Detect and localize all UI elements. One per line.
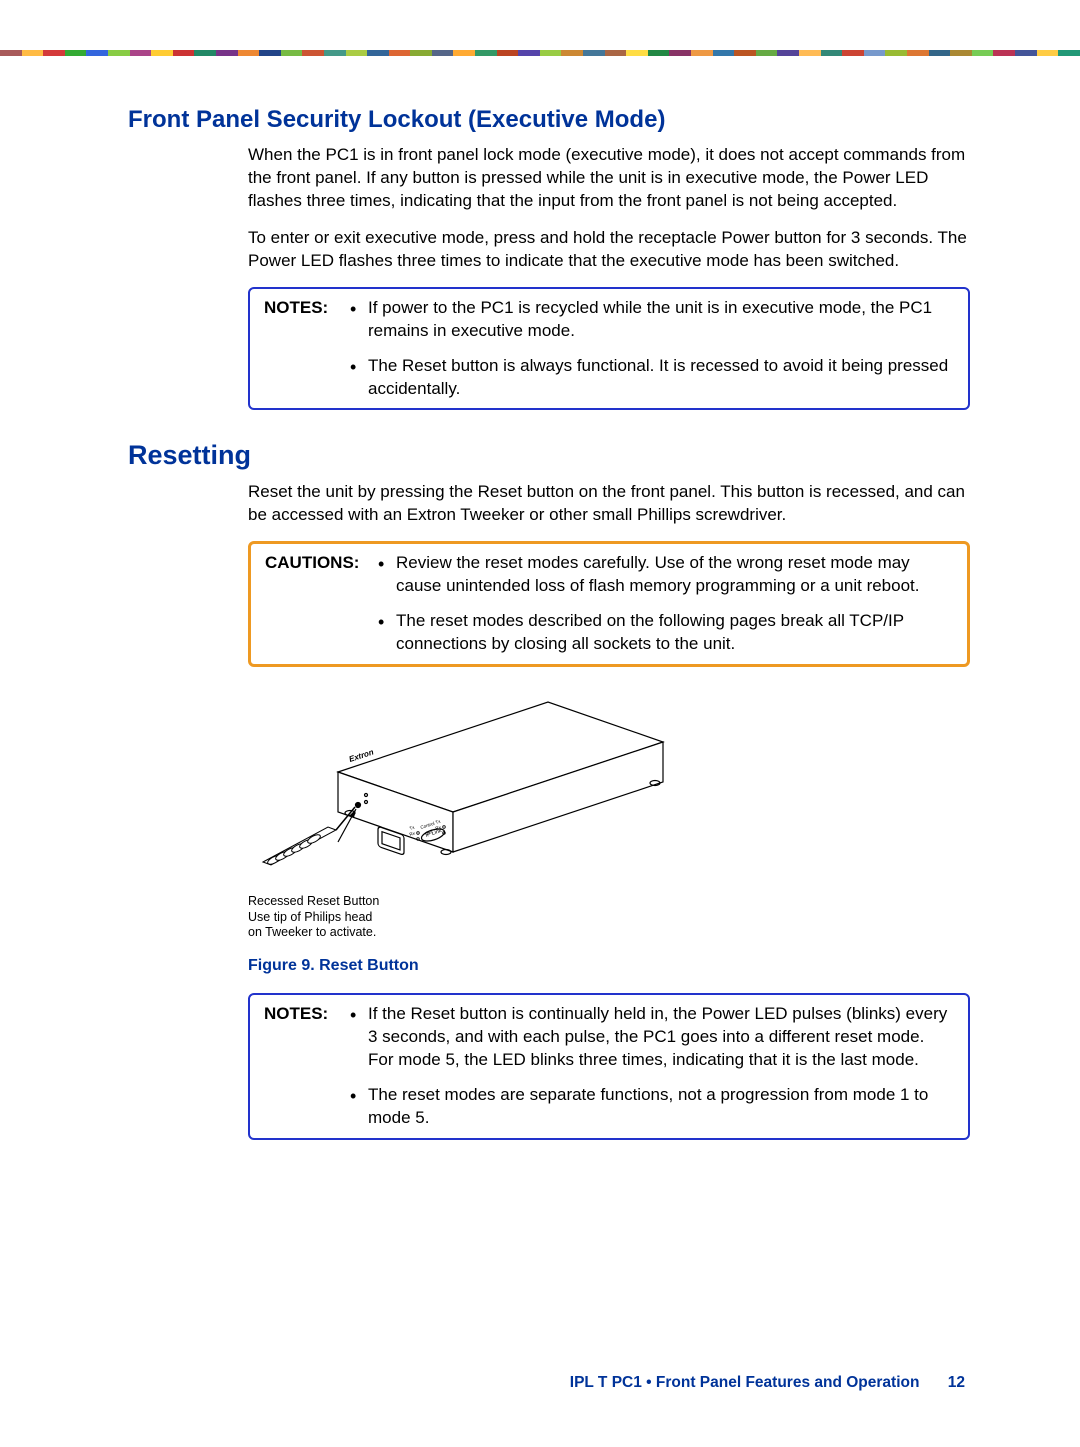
- diagram-caption-line2: Use tip of Philips head: [248, 910, 970, 926]
- page-footer: IPL T PC1 • Front Panel Features and Ope…: [570, 1374, 965, 1392]
- footer-page-number: 12: [948, 1374, 965, 1391]
- footer-text: IPL T PC1 • Front Panel Features and Ope…: [570, 1374, 920, 1391]
- diagram-caption-line1: Recessed Reset Button: [248, 894, 970, 910]
- device-diagram-svg: Extron IP Link Tx Rx: [258, 687, 688, 887]
- figure-label: Figure 9. Reset Button: [248, 957, 970, 975]
- cautions1-item2: The reset modes described on the followi…: [374, 610, 953, 656]
- notes1-item2: The Reset button is always functional. I…: [346, 355, 954, 401]
- notes-label-2: NOTES:: [264, 1003, 342, 1130]
- paragraph-fp1: When the PC1 is in front panel lock mode…: [248, 144, 970, 213]
- notes1-item1: If power to the PC1 is recycled while th…: [346, 297, 954, 343]
- notes-box-1: NOTES: If power to the PC1 is recycled w…: [248, 287, 970, 411]
- notes2-item2: The reset modes are separate functions, …: [346, 1084, 954, 1130]
- notes2-item1: If the Reset button is continually held …: [346, 1003, 954, 1072]
- diagram-caption-line3: on Tweeker to activate.: [248, 925, 970, 941]
- heading-front-panel-lockout: Front Panel Security Lockout (Executive …: [128, 106, 970, 134]
- paragraph-fp2: To enter or exit executive mode, press a…: [248, 227, 970, 273]
- cautions-label: CAUTIONS:: [265, 552, 370, 656]
- notes-box-2: NOTES: If the Reset button is continuall…: [248, 993, 970, 1140]
- cautions1-item1: Review the reset modes carefully. Use of…: [374, 552, 953, 598]
- decorative-color-strip: [0, 50, 1080, 56]
- cautions-box: CAUTIONS: Review the reset modes careful…: [248, 541, 970, 667]
- heading-resetting: Resetting: [128, 440, 970, 471]
- paragraph-reset1: Reset the unit by pressing the Reset but…: [248, 481, 970, 527]
- figure-reset-button: Extron IP Link Tx Rx: [248, 687, 970, 975]
- notes-label: NOTES:: [264, 297, 342, 401]
